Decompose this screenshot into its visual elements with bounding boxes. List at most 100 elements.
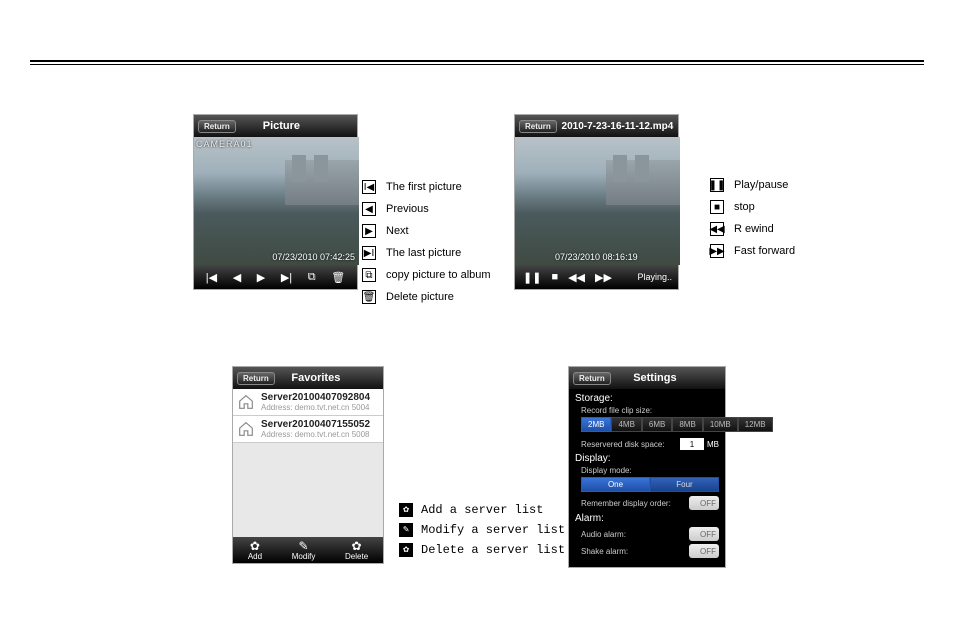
video-legend: ❚❚ Play/pause ■ stop ◀◀ R ewind ▶▶ Fast … <box>710 178 795 266</box>
delete-picture-icon[interactable]: 🗑 <box>331 271 345 284</box>
segment-option[interactable]: One <box>581 477 650 492</box>
server-icon <box>237 393 255 411</box>
segment-option[interactable]: 8MB <box>672 417 702 432</box>
return-button[interactable]: Return <box>573 372 611 385</box>
legend-row: 🗑 Delete picture <box>362 290 491 304</box>
camera-label: CAMERA01 <box>196 139 253 149</box>
return-button[interactable]: Return <box>237 372 275 385</box>
legend-label: Play/pause <box>734 179 788 191</box>
favorites-item[interactable]: Server20100407155052 Address: demo.tvt.n… <box>233 416 383 443</box>
legend-label: R ewind <box>734 223 774 235</box>
next-icon[interactable]: ▶ <box>257 271 265 284</box>
modify-button[interactable]: ✎ Modify <box>292 540 316 561</box>
segment-option[interactable]: 12MB <box>738 417 773 432</box>
legend-row: ◀◀ R ewind <box>710 222 795 236</box>
first-picture-icon[interactable]: |◀ <box>206 271 217 284</box>
shake-alarm-row: Shake alarm: OFF <box>581 544 719 558</box>
remember-order-row: Remember display order: OFF <box>581 496 719 510</box>
audio-alarm-label: Audio alarm: <box>581 530 626 539</box>
legend-row: I◀ The first picture <box>362 180 491 194</box>
last-picture-icon[interactable]: ▶| <box>281 271 292 284</box>
settings-titlebar: Return Settings <box>569 367 725 389</box>
delete-button[interactable]: ✿ Delete <box>345 540 368 561</box>
picture-titlebar: Return Picture <box>194 115 357 137</box>
previous-icon: ◀ <box>362 202 376 216</box>
return-button[interactable]: Return <box>198 120 236 133</box>
legend-label: stop <box>734 201 755 213</box>
reserved-space-input[interactable] <box>680 438 704 450</box>
return-button[interactable]: Return <box>519 120 557 133</box>
settings-title: Settings <box>615 372 695 384</box>
video-image: 07/23/2010 08:16:19 <box>515 137 680 265</box>
modify-icon: ✎ <box>299 540 309 552</box>
legend-row: ■ stop <box>710 200 795 214</box>
add-button[interactable]: ✿ Add <box>248 540 262 561</box>
legend-row: ✿ Add a server list <box>399 503 565 517</box>
picture-title: Picture <box>240 120 323 132</box>
legend-label: Fast forward <box>734 245 795 257</box>
legend-label: The last picture <box>386 247 461 259</box>
first-picture-icon: I◀ <box>362 180 376 194</box>
server-icon <box>237 420 255 438</box>
favorites-legend: ✿ Add a server list ✎ Modify a server li… <box>399 503 565 563</box>
legend-label: Add a server list <box>421 503 543 517</box>
audio-alarm-row: Audio alarm: OFF <box>581 527 719 541</box>
shake-alarm-toggle[interactable]: OFF <box>689 544 719 558</box>
legend-label: Previous <box>386 203 429 215</box>
segment-option[interactable]: 6MB <box>642 417 672 432</box>
segment-option[interactable]: 2MB <box>581 417 611 432</box>
clip-size-label: Record file clip size: <box>581 406 719 415</box>
remember-toggle[interactable]: OFF <box>689 496 719 510</box>
video-titlebar: Return 2010-7-23-16-11-12.mp4 <box>515 115 678 137</box>
fast-forward-icon: ▶▶ <box>710 244 724 258</box>
favorites-item-addr: Address: demo.tvt.net.cn 5004 <box>261 403 370 412</box>
display-mode-segmented[interactable]: One Four <box>581 477 719 492</box>
audio-alarm-toggle[interactable]: OFF <box>689 527 719 541</box>
favorites-phone: Return Favorites Server20100407092804 Ad… <box>232 366 384 564</box>
segment-option[interactable]: 4MB <box>611 417 641 432</box>
clip-size-segmented[interactable]: 2MB 4MB 6MB 8MB 10MB 12MB <box>581 417 719 432</box>
legend-row: ⧉ copy picture to album <box>362 268 491 282</box>
legend-row: ▶▶ Fast forward <box>710 244 795 258</box>
shake-trarm-label: Shake alarm: <box>581 547 628 556</box>
reserved-space-row: Reservered disk space: MB <box>581 438 719 450</box>
modify-icon: ✎ <box>399 523 413 537</box>
picture-legend: I◀ The first picture ◀ Previous ▶ Next ▶… <box>362 180 491 312</box>
next-icon: ▶ <box>362 224 376 238</box>
picture-phone: Return Picture CAMERA01 07/23/2010 07:42… <box>193 114 358 290</box>
favorites-title: Favorites <box>279 372 353 384</box>
rewind-icon[interactable]: ◀◀ <box>568 271 585 284</box>
video-phone: Return 2010-7-23-16-11-12.mp4 07/23/2010… <box>514 114 679 290</box>
copy-to-album-icon[interactable]: ⧉ <box>308 271 316 284</box>
legend-label: Modify a server list <box>421 523 565 537</box>
legend-label: Delete a server list <box>421 543 565 557</box>
legend-label: copy picture to album <box>386 269 491 281</box>
delete-icon: ✿ <box>352 540 362 552</box>
picture-timestamp: 07/23/2010 07:42:25 <box>272 252 355 262</box>
fast-forward-icon[interactable]: ▶▶ <box>595 271 612 284</box>
legend-row: ✎ Modify a server list <box>399 523 565 537</box>
delete-label: Delete <box>345 552 368 561</box>
segment-option[interactable]: 10MB <box>703 417 738 432</box>
play-pause-icon: ❚❚ <box>710 178 724 192</box>
horizontal-rule-2 <box>30 64 924 65</box>
video-status: Playing.. <box>637 272 672 282</box>
favorites-item[interactable]: Server20100407092804 Address: demo.tvt.n… <box>233 389 383 416</box>
video-title: 2010-7-23-16-11-12.mp4 <box>561 121 674 132</box>
video-timestamp: 07/23/2010 08:16:19 <box>555 252 638 262</box>
favorites-footer: ✿ Add ✎ Modify ✿ Delete <box>233 537 383 563</box>
legend-row: ▶I The last picture <box>362 246 491 260</box>
picture-image: CAMERA01 07/23/2010 07:42:25 <box>194 137 359 265</box>
legend-label: Next <box>386 225 409 237</box>
previous-icon[interactable]: ◀ <box>233 271 241 284</box>
favorites-item-name: Server20100407155052 <box>261 419 370 430</box>
storage-header: Storage: <box>575 393 719 404</box>
play-pause-icon[interactable]: ❚❚ <box>523 271 541 284</box>
rewind-icon: ◀◀ <box>710 222 724 236</box>
settings-body: Storage: Record file clip size: 2MB 4MB … <box>569 389 725 567</box>
stop-icon[interactable]: ■ <box>551 271 558 283</box>
remember-label: Remember display order: <box>581 499 671 508</box>
segment-option[interactable]: Four <box>650 477 719 492</box>
favorites-titlebar: Return Favorites <box>233 367 383 389</box>
legend-row: ▶ Next <box>362 224 491 238</box>
